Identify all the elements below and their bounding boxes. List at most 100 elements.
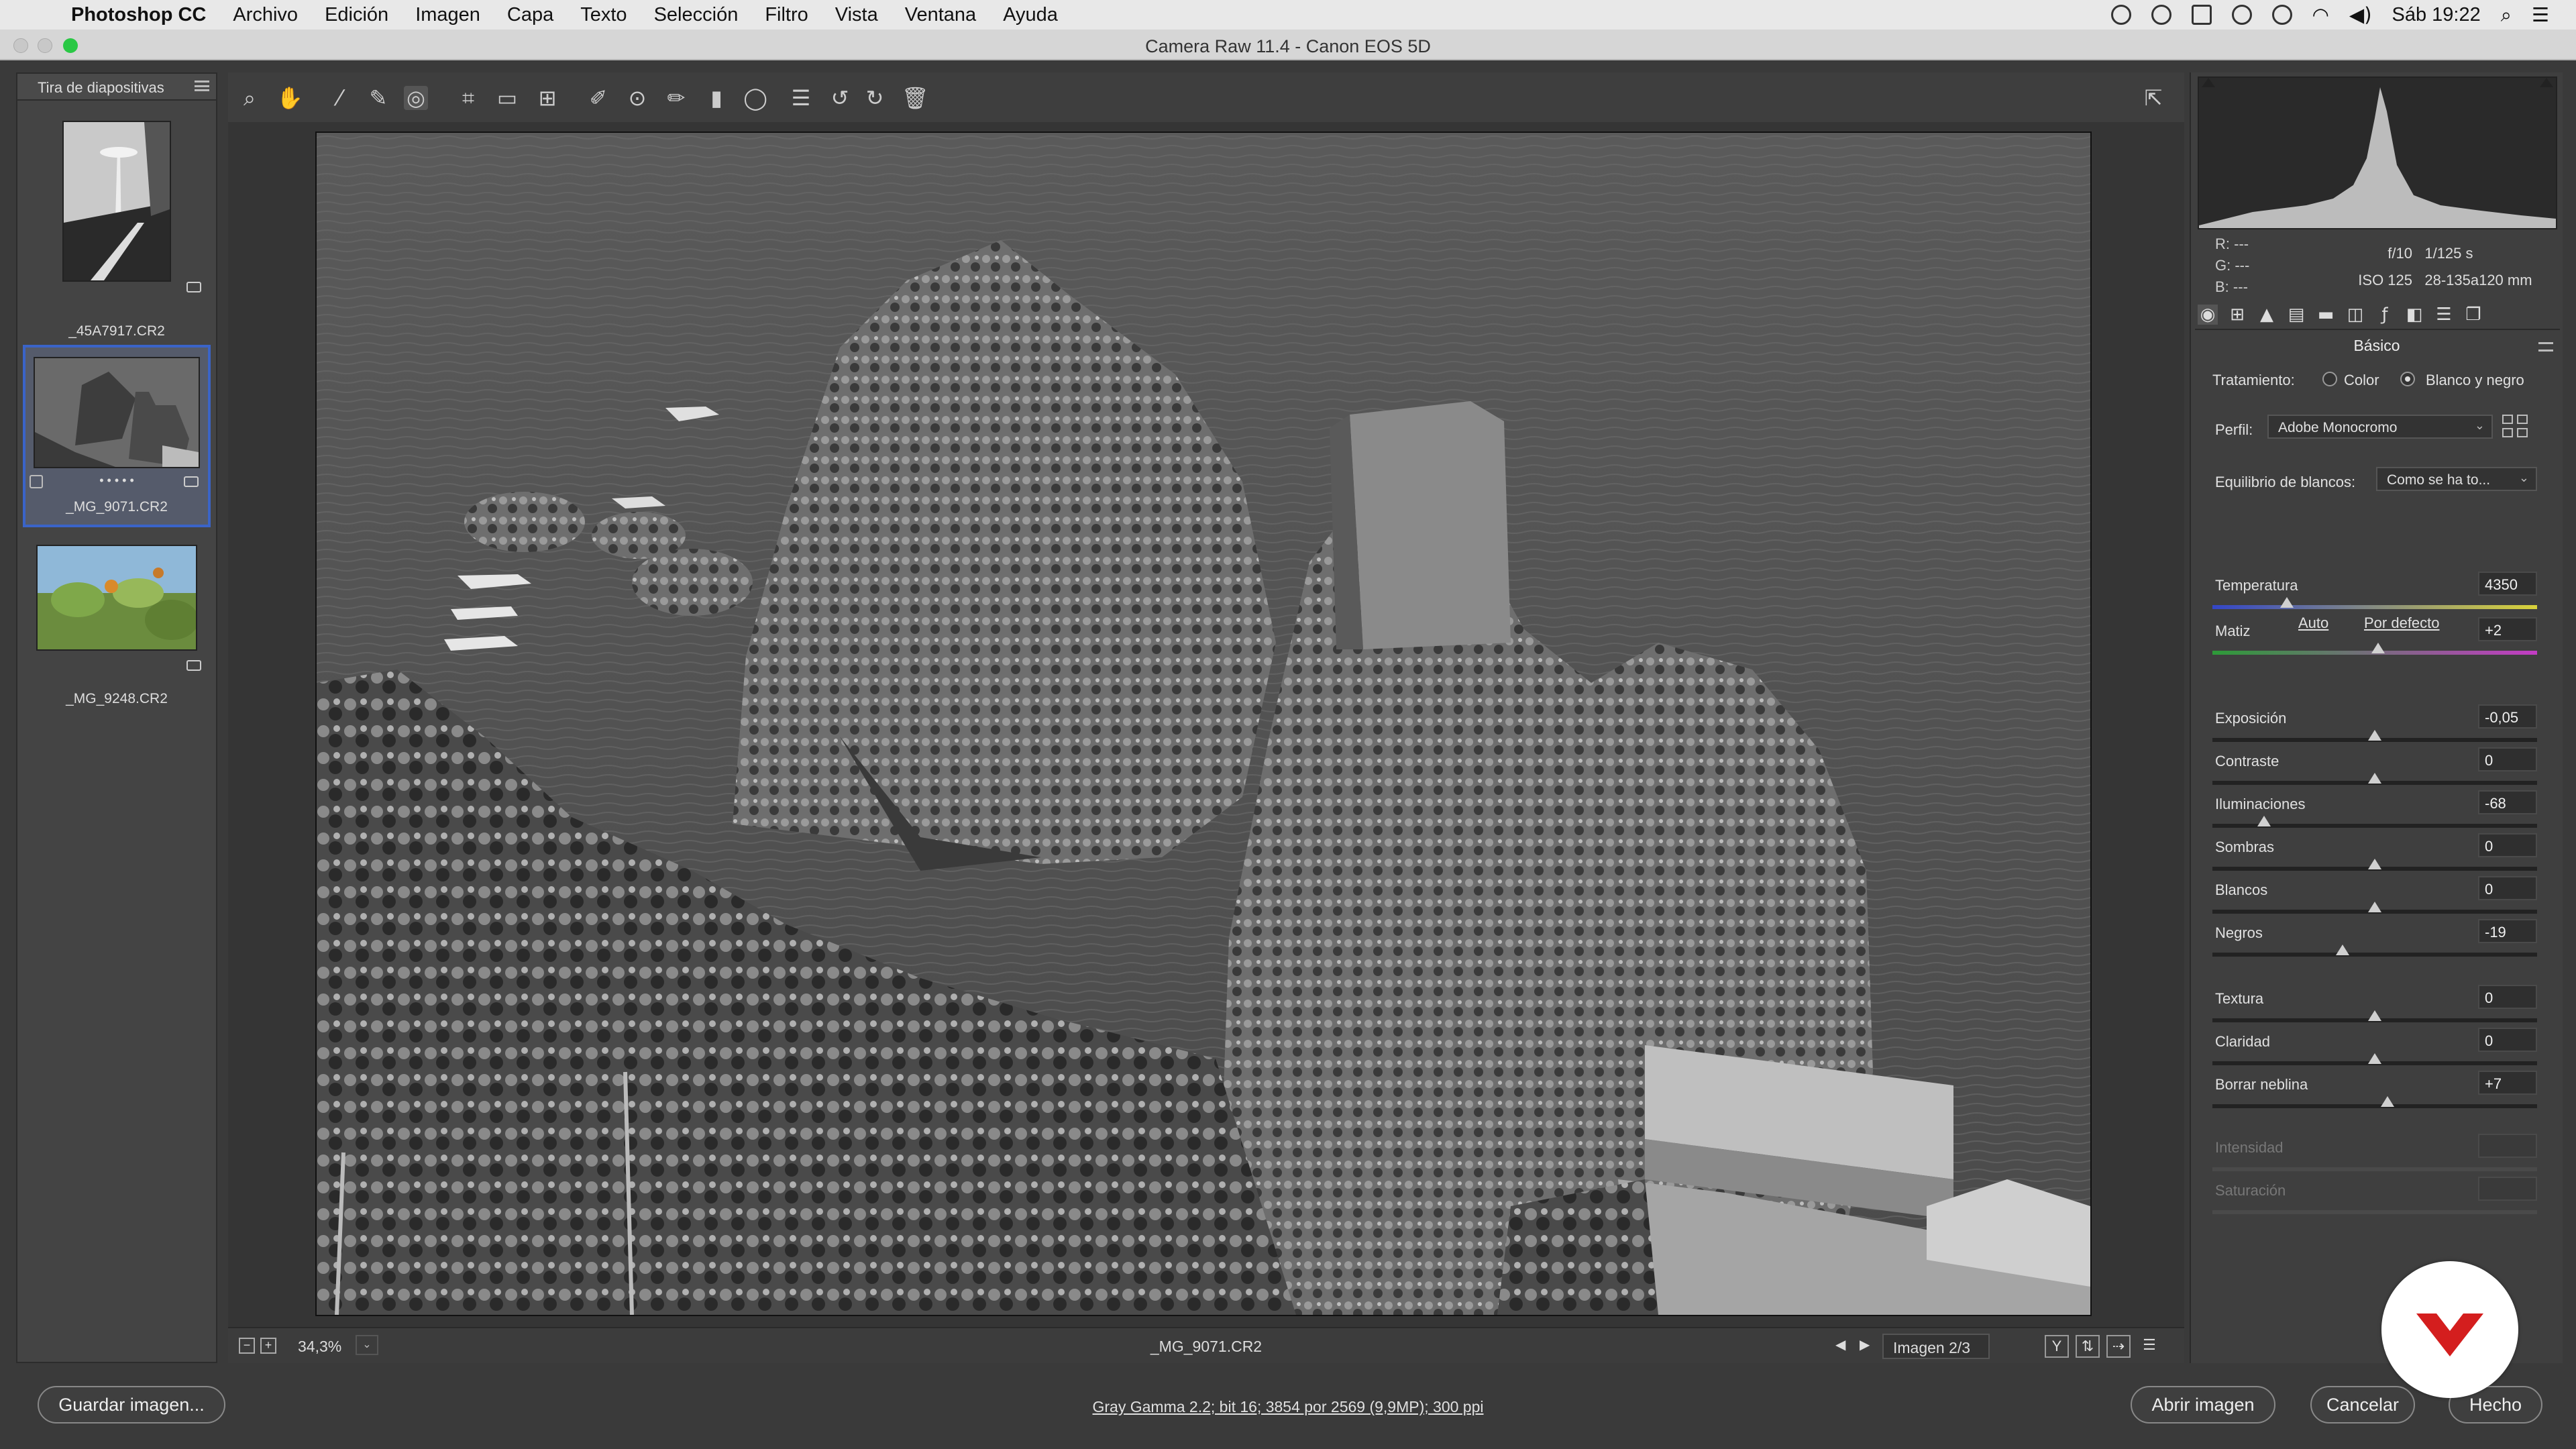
slider-thumb[interactable] (2381, 1096, 2395, 1107)
slider-thumb[interactable] (2257, 816, 2271, 826)
rotate-right-icon[interactable]: ↻ (863, 86, 887, 110)
treatment-color-label[interactable]: Color (2344, 372, 2379, 389)
trash-icon[interactable]: 🗑 (902, 86, 929, 110)
treatment-bw-radio[interactable] (2400, 372, 2415, 386)
tab-presets-icon[interactable]: ☰ (2434, 305, 2454, 325)
straighten-tool-icon[interactable]: ▭ (495, 86, 519, 110)
tab-split-toning-icon[interactable]: ▬ (2316, 305, 2336, 325)
record-icon[interactable] (2110, 5, 2131, 25)
time-machine-icon[interactable] (2231, 5, 2252, 25)
toggle-fullscreen-icon[interactable]: ⇱ (2141, 86, 2165, 110)
slider-thumb[interactable] (2368, 1053, 2381, 1064)
slider-value-field[interactable]: +2 (2478, 617, 2537, 641)
slider-value-field[interactable]: 0 (2478, 985, 2537, 1009)
zoom-tool-icon[interactable]: ⌕ (237, 86, 262, 110)
swap-before-after-icon[interactable]: ⇅ (2076, 1335, 2100, 1358)
wb-dropdown[interactable]: Como se ha to... ⌄ (2376, 467, 2537, 491)
menu-capa[interactable]: Capa (507, 4, 553, 26)
filmstrip-item[interactable]: _MG_9248.CR2 (23, 542, 211, 716)
slider-track[interactable] (2212, 605, 2537, 609)
graduated-filter-icon[interactable]: ▮ (704, 86, 729, 110)
targeted-adjustment-icon[interactable]: ◎ (404, 86, 428, 110)
slider-thumb[interactable] (2280, 597, 2294, 608)
red-eye-icon[interactable]: ⊙ (625, 86, 649, 110)
wifi-icon[interactable]: ◠ (2312, 3, 2329, 26)
radial-filter-icon[interactable]: ◯ (743, 86, 767, 110)
tab-effects-icon[interactable]: ƒ (2375, 305, 2395, 325)
creative-cloud-icon[interactable] (2151, 5, 2171, 25)
menu-seleccion[interactable]: Selección (654, 4, 739, 26)
slider-value-field[interactable]: -19 (2478, 919, 2537, 943)
menu-imagen[interactable]: Imagen (415, 4, 480, 26)
highlight-clipping-icon[interactable] (2540, 78, 2553, 87)
tab-lens-icon[interactable]: ◫ (2345, 305, 2365, 325)
treatment-color-radio[interactable] (2322, 372, 2337, 386)
tab-detail-icon[interactable]: ▲ (2257, 305, 2277, 325)
menu-texto[interactable]: Texto (580, 4, 627, 26)
rating-stars[interactable]: • • • • • (25, 474, 208, 488)
filmstrip-item[interactable]: _45A7917.CR2 (23, 107, 211, 339)
slider-value-field[interactable]: 4350 (2478, 572, 2537, 596)
slider-value-field[interactable]: 0 (2478, 876, 2537, 900)
tab-basic-icon[interactable]: ◉ (2198, 305, 2218, 325)
preview-preferences-icon[interactable]: ☰ (2137, 1335, 2161, 1358)
menu-ventana[interactable]: Ventana (905, 4, 976, 26)
display-icon[interactable] (2191, 5, 2212, 25)
tab-calibration-icon[interactable]: ◧ (2404, 305, 2424, 325)
before-after-y-button[interactable]: Y (2045, 1335, 2069, 1358)
slider-thumb[interactable] (2335, 945, 2349, 955)
hand-tool-icon[interactable]: ✋ (276, 86, 303, 110)
tab-hsl-icon[interactable]: ▤ (2286, 305, 2306, 325)
slider-track[interactable] (2212, 1104, 2537, 1108)
bluetooth-icon[interactable] (2271, 5, 2292, 25)
shadow-clipping-icon[interactable] (2202, 78, 2215, 87)
slider-track[interactable] (2212, 953, 2537, 957)
filmstrip-menu-icon[interactable] (195, 80, 209, 91)
slider-value-field[interactable]: -68 (2478, 790, 2537, 814)
slider-thumb[interactable] (2368, 859, 2381, 869)
slider-thumb[interactable] (2368, 902, 2381, 912)
control-center-icon[interactable]: ☰ (2532, 3, 2549, 26)
slider-thumb[interactable] (2368, 1010, 2381, 1021)
slider-value-field[interactable]: 0 (2478, 747, 2537, 771)
rotate-left-icon[interactable]: ↺ (828, 86, 852, 110)
copy-settings-icon[interactable]: ⇢ (2106, 1335, 2131, 1358)
previous-image-icon[interactable]: ◀ (1835, 1336, 1845, 1353)
profile-dropdown[interactable]: Adobe Monocromo ⌄ (2267, 415, 2493, 439)
search-icon[interactable]: ⌕ (2501, 3, 2512, 27)
profile-browser-icon[interactable] (2502, 415, 2529, 439)
open-image-button[interactable]: Abrir imagen (2131, 1386, 2275, 1424)
menu-ayuda[interactable]: Ayuda (1003, 4, 1058, 26)
slider-value-field[interactable]: 0 (2478, 1028, 2537, 1052)
crop-tool-icon[interactable]: ⌗ (456, 86, 480, 110)
auto-link[interactable]: Auto (2298, 614, 2328, 632)
presets-list-icon[interactable]: ☰ (789, 86, 813, 110)
treatment-bw-label[interactable]: Blanco y negro (2426, 372, 2524, 389)
menu-filtro[interactable]: Filtro (765, 4, 808, 26)
slider-thumb[interactable] (2371, 643, 2385, 653)
next-image-icon[interactable]: ▶ (1860, 1336, 1870, 1353)
slider-value-field[interactable]: -0,05 (2478, 704, 2537, 729)
white-balance-eyedropper-icon[interactable]: ⁄ (327, 86, 352, 110)
color-sampler-icon[interactable]: ✎ (366, 86, 390, 110)
default-link[interactable]: Por defecto (2364, 614, 2440, 632)
menu-archivo[interactable]: Archivo (233, 4, 298, 26)
filmstrip-item-selected[interactable]: • • • • • _MG_9071.CR2 (23, 345, 211, 527)
section-menu-icon[interactable] (2538, 342, 2553, 352)
slider-value-field[interactable]: +7 (2478, 1071, 2537, 1095)
transform-tool-icon[interactable]: ⊞ (535, 86, 559, 110)
slider-thumb[interactable] (2368, 773, 2381, 784)
tab-tone-curve-icon[interactable]: ⊞ (2227, 305, 2247, 325)
volume-icon[interactable]: ◀) (2349, 3, 2372, 26)
profile-value: Adobe Monocromo (2278, 420, 2398, 435)
slider-thumb[interactable] (2368, 730, 2381, 741)
menu-edicion[interactable]: Edición (325, 4, 388, 26)
menu-app[interactable]: Photoshop CC (71, 4, 206, 26)
tab-snapshots-icon[interactable]: ❐ (2463, 305, 2483, 325)
clock[interactable]: Sáb 19:22 (2392, 4, 2481, 26)
adjustment-brush-icon[interactable]: ✏ (664, 86, 688, 110)
menu-vista[interactable]: Vista (835, 4, 878, 26)
spot-removal-icon[interactable]: ✐ (586, 86, 610, 110)
preview-photo[interactable] (315, 131, 2092, 1316)
slider-value-field[interactable]: 0 (2478, 833, 2537, 857)
